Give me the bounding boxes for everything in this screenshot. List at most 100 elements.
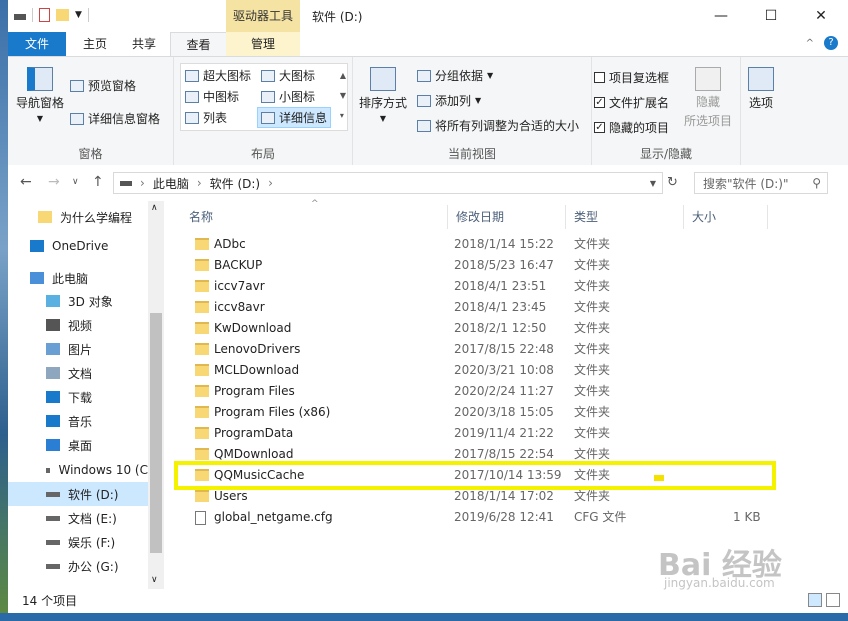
nav-item[interactable]: 办公 (G:): [8, 554, 148, 578]
nav-item[interactable]: 为什么学编程: [8, 205, 148, 229]
file-extensions-checkbox[interactable]: ✓: [594, 97, 605, 108]
file-type: CFG 文件: [574, 510, 627, 524]
chevron-right-icon[interactable]: ›: [197, 176, 202, 190]
help-icon[interactable]: ?: [824, 36, 838, 50]
scroll-down-icon[interactable]: ∨: [151, 575, 158, 585]
details-pane-button[interactable]: 详细信息窗格: [70, 110, 160, 127]
chevron-up-icon[interactable]: ^: [806, 38, 814, 49]
details-view-icon[interactable]: [808, 593, 822, 607]
file-row[interactable]: LenovoDrivers 2017/8/15 22:48 文件夹: [181, 339, 781, 360]
up-arrow-icon[interactable]: ↑: [92, 174, 104, 190]
tab-view[interactable]: 查看: [170, 32, 227, 57]
refresh-icon[interactable]: ↻: [667, 175, 678, 190]
back-arrow-icon[interactable]: ←: [20, 174, 32, 190]
nav-item[interactable]: 视频: [8, 313, 148, 337]
breadcrumb-drive-d[interactable]: 软件 (D:): [210, 175, 260, 192]
file-extensions-toggle[interactable]: ✓ 文件扩展名: [594, 94, 669, 111]
file-type: 文件夹: [574, 384, 611, 398]
explorer-window: ▼ 驱动器工具 软件 (D:) — ☐ ✕ 文件 主页 共享 查看 管理 ^ ?…: [8, 0, 848, 621]
nav-item[interactable]: 文档 (E:): [8, 506, 148, 530]
hidden-items-toggle[interactable]: ✓ 隐藏的项目: [594, 119, 669, 136]
maximize-button[interactable]: ☐: [748, 0, 794, 32]
tab-share[interactable]: 共享: [120, 32, 168, 56]
navigation-pane-button[interactable]: 导航窗格 ▼: [16, 67, 64, 123]
nav-item-label: 桌面: [68, 438, 93, 453]
tab-file[interactable]: 文件: [8, 32, 66, 56]
drive-icon[interactable]: [14, 14, 26, 20]
item-checkboxes-toggle[interactable]: 项目复选框: [594, 69, 669, 86]
nav-item[interactable]: Windows 10 (C: [8, 458, 148, 482]
list-option[interactable]: 列表: [185, 109, 227, 126]
nav-item[interactable]: 3D 对象: [8, 289, 148, 313]
size-all-columns-button[interactable]: 将所有列调整为合适的大小: [417, 117, 579, 134]
nav-item-label: 3D 对象: [68, 294, 113, 309]
chevron-down-icon: ▼: [36, 114, 44, 123]
new-folder-icon[interactable]: [56, 9, 69, 21]
file-row[interactable]: Program Files 2020/2/24 11:27 文件夹: [181, 381, 781, 402]
medium-icons-option[interactable]: 中图标: [185, 88, 239, 105]
chevron-right-icon[interactable]: ›: [268, 176, 273, 190]
chevron-right-icon[interactable]: ›: [140, 176, 145, 190]
address-dropdown-icon[interactable]: ▼: [650, 179, 656, 188]
large-icons-option[interactable]: 大图标: [261, 67, 315, 84]
extra-large-icons-label: 超大图标: [203, 69, 252, 83]
file-name: LenovoDrivers: [214, 342, 301, 356]
file-row[interactable]: Program Files (x86) 2020/3/18 15:05 文件夹: [181, 402, 781, 423]
nav-item[interactable]: 图片: [8, 337, 148, 361]
gallery-scroll-icon[interactable]: ▲ ▼ ▾: [340, 66, 346, 126]
nav-item[interactable]: 此电脑: [8, 266, 148, 290]
large-icons-view-icon[interactable]: [826, 593, 840, 607]
file-row[interactable]: BACKUP 2018/5/23 16:47 文件夹: [181, 255, 781, 276]
properties-icon[interactable]: [39, 8, 50, 22]
nav-item[interactable]: 下载: [8, 385, 148, 409]
item-checkboxes-checkbox[interactable]: [594, 72, 605, 83]
status-bar: 14 个项目: [8, 589, 848, 613]
breadcrumb-this-pc[interactable]: 此电脑: [153, 175, 189, 192]
column-date[interactable]: 修改日期: [448, 205, 566, 229]
nav-item[interactable]: 音乐: [8, 409, 148, 433]
group-by-icon: [417, 69, 431, 82]
file-row[interactable]: ADbc 2018/1/14 15:22 文件夹: [181, 234, 781, 255]
file-row[interactable]: MCLDownload 2020/3/21 10:08 文件夹: [181, 360, 781, 381]
file-row[interactable]: KwDownload 2018/2/1 12:50 文件夹: [181, 318, 781, 339]
scroll-up-icon[interactable]: ∧: [151, 203, 158, 213]
recent-locations-icon[interactable]: ∨: [72, 177, 79, 187]
file-row[interactable]: ProgramData 2019/11/4 21:22 文件夹: [181, 423, 781, 444]
tab-manage[interactable]: 管理: [226, 32, 300, 56]
hide-selected-button[interactable]: 隐藏 所选项目: [684, 67, 732, 129]
group-by-button[interactable]: 分组依据 ▼: [417, 67, 493, 84]
small-icons-option[interactable]: 小图标: [261, 88, 315, 105]
file-row[interactable]: iccv8avr 2018/4/1 23:45 文件夹: [181, 297, 781, 318]
window-title: 软件 (D:): [312, 10, 363, 24]
preview-pane-button[interactable]: 预览窗格: [70, 77, 136, 94]
column-size[interactable]: 大小: [684, 205, 768, 229]
nav-item[interactable]: OneDrive: [8, 234, 148, 258]
column-type[interactable]: 类型: [566, 205, 684, 229]
folder-icon: [195, 280, 209, 292]
nav-scrollbar[interactable]: ∧ ∨: [148, 201, 164, 589]
options-button[interactable]: 选项: [748, 67, 774, 111]
file-type: 文件夹: [574, 279, 611, 293]
nav-scroll-thumb[interactable]: [150, 313, 162, 553]
minimize-button[interactable]: —: [698, 0, 744, 32]
file-row[interactable]: iccv7avr 2018/4/1 23:51 文件夹: [181, 276, 781, 297]
forward-arrow-icon[interactable]: →: [48, 174, 60, 190]
close-button[interactable]: ✕: [798, 0, 844, 32]
nav-item-label: 娱乐 (F:): [68, 535, 116, 550]
hidden-items-checkbox[interactable]: ✓: [594, 122, 605, 133]
tab-home[interactable]: 主页: [70, 32, 120, 56]
sort-by-button[interactable]: 排序方式 ▼: [359, 67, 407, 123]
search-box[interactable]: 搜索"软件 (D:)" ⚲: [694, 172, 828, 194]
nav-item[interactable]: 桌面: [8, 433, 148, 457]
file-row[interactable]: global_netgame.cfg 2019/6/28 12:41 CFG 文件 1…: [181, 507, 781, 528]
highlight-mark: [654, 475, 664, 481]
extra-large-icons-option[interactable]: 超大图标: [185, 67, 251, 84]
nav-item[interactable]: 娱乐 (F:): [8, 530, 148, 554]
show-hide-group: 项目复选框 ✓ 文件扩展名 ✓ 隐藏的项目 隐藏 所选项目 显示/隐藏: [592, 57, 741, 165]
customize-qat-icon[interactable]: ▼: [75, 10, 82, 20]
add-columns-button[interactable]: 添加列 ▼: [417, 92, 481, 109]
details-option[interactable]: 详细信息: [257, 107, 332, 128]
nav-item[interactable]: 文档: [8, 361, 148, 385]
nav-item[interactable]: 软件 (D:): [8, 482, 148, 506]
address-bar[interactable]: › 此电脑 › 软件 (D:) › ▼: [113, 172, 663, 194]
